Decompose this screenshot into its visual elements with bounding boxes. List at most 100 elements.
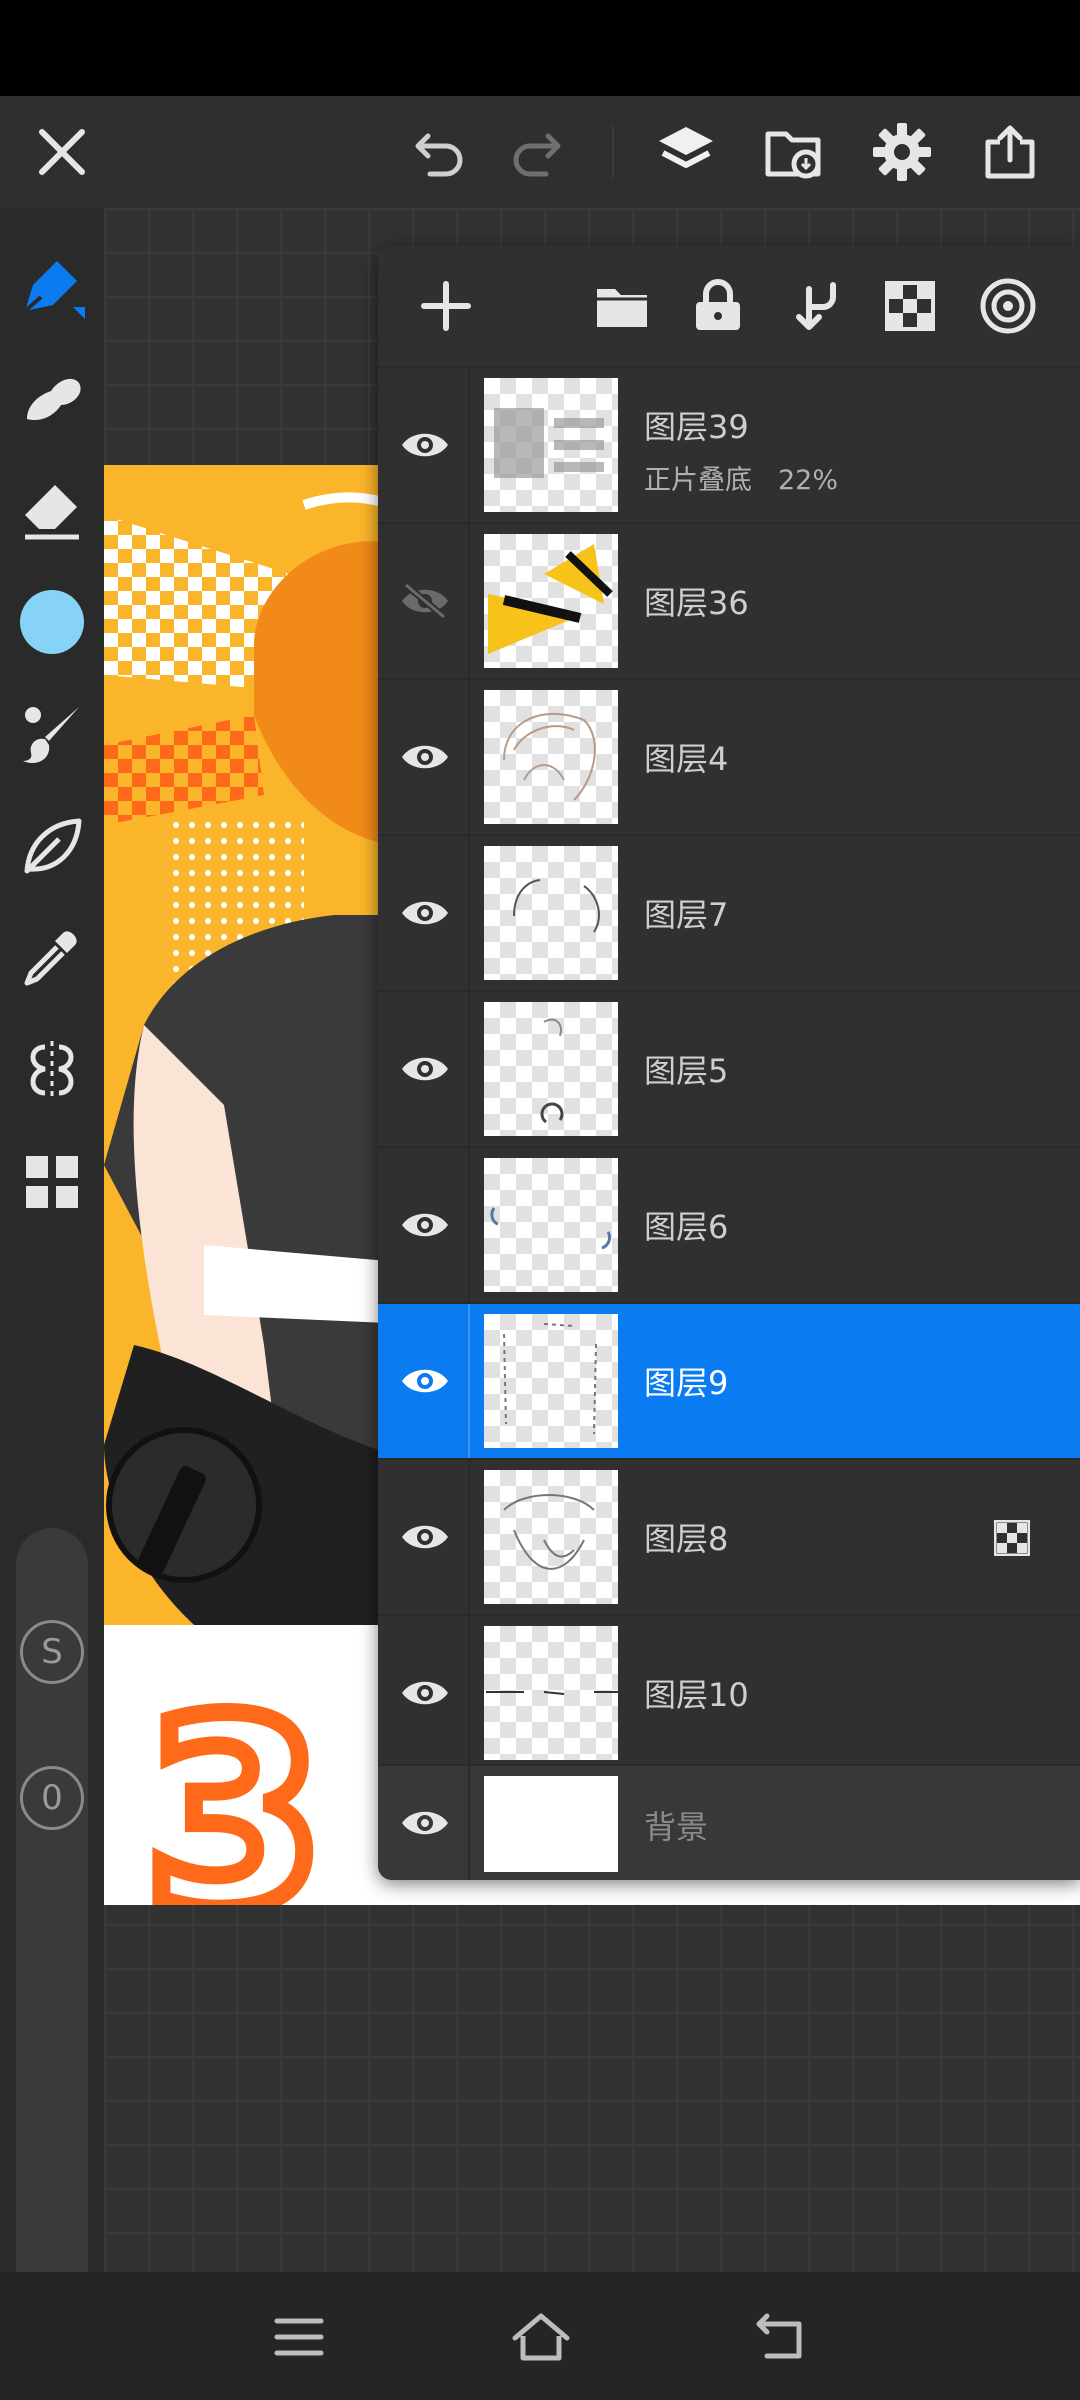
visibility-toggle[interactable]: [390, 410, 460, 480]
stabilizer-badge[interactable]: S: [20, 1620, 84, 1684]
layer-row[interactable]: 图层10: [378, 1614, 1080, 1770]
folder-button[interactable]: [588, 272, 656, 340]
eraser-icon: [25, 485, 79, 540]
layer-name: 图层36: [644, 584, 749, 622]
eye-icon: [402, 1213, 448, 1237]
thumbnail-art: [494, 408, 604, 478]
row-divider: [468, 1766, 470, 1880]
redo-button[interactable]: [500, 116, 572, 188]
color-picker-button[interactable]: [14, 584, 90, 660]
gallery-import-icon: [765, 131, 821, 179]
menu-icon: [274, 2318, 324, 2356]
eye-icon: [402, 433, 448, 457]
visibility-toggle[interactable]: [390, 1658, 460, 1728]
pen-tool-button[interactable]: [14, 248, 90, 324]
layer-row[interactable]: 图层39 正片叠底 22%: [378, 366, 1080, 522]
symmetry-tool-button[interactable]: [14, 1032, 90, 1108]
blend-mode: 正片叠底: [644, 465, 752, 496]
share-button[interactable]: [974, 116, 1046, 188]
radial-button[interactable]: [974, 272, 1042, 340]
eyedropper-icon: [24, 931, 77, 986]
current-color-swatch: [20, 590, 84, 654]
eye-icon: [402, 745, 448, 769]
row-divider: [468, 836, 470, 990]
alpha-lock-indicator-icon: [994, 1520, 1030, 1556]
svg-text:3: 3: [144, 1665, 325, 1905]
brush-tool-button[interactable]: [14, 696, 90, 772]
layer-thumbnail: [484, 1002, 618, 1136]
visibility-toggle[interactable]: [390, 1788, 460, 1858]
menu-nav-button[interactable]: [264, 2302, 334, 2372]
lock-button[interactable]: [684, 272, 752, 340]
eraser-tool-button[interactable]: [14, 472, 90, 548]
tool-sidebar: S 0: [0, 208, 104, 2338]
visibility-toggle[interactable]: [390, 878, 460, 948]
thumbnail-art: [488, 544, 613, 654]
settings-button[interactable]: [866, 116, 938, 188]
layer-row[interactable]: 图层8: [378, 1458, 1080, 1614]
top-toolbar: [0, 96, 1080, 208]
layer-name: 图层39: [644, 408, 749, 446]
row-divider: [468, 680, 470, 834]
row-divider: [468, 368, 470, 522]
eye-icon: [402, 1525, 448, 1549]
leaf-icon: [24, 818, 82, 874]
visibility-toggle[interactable]: [390, 1346, 460, 1416]
row-divider: [468, 1148, 470, 1302]
status-bar: [0, 0, 1080, 96]
undo-icon: [415, 133, 463, 177]
gallery-import-button[interactable]: [758, 116, 830, 188]
back-nav-button[interactable]: [746, 2302, 816, 2372]
layer-name: 图层4: [644, 740, 729, 778]
layer-name: 图层10: [644, 1676, 749, 1714]
alpha-lock-button[interactable]: [876, 272, 944, 340]
eye-icon: [402, 1057, 448, 1081]
visibility-toggle[interactable]: [390, 566, 460, 636]
layer-row[interactable]: 图层4: [378, 678, 1080, 834]
visibility-toggle[interactable]: [390, 1190, 460, 1260]
layer-opacity: 22%: [778, 465, 839, 496]
close-icon: [39, 129, 85, 175]
smudge-icon: [27, 378, 81, 421]
eyedropper-tool-button[interactable]: [14, 920, 90, 996]
symmetry-icon: [30, 1041, 74, 1099]
layer-row[interactable]: 图层7: [378, 834, 1080, 990]
layer-name: 图层8: [644, 1520, 729, 1558]
redo-icon: [513, 133, 561, 177]
leaf-tool-button[interactable]: [14, 808, 90, 884]
merge-down-button[interactable]: [782, 272, 850, 340]
visibility-toggle[interactable]: [390, 1034, 460, 1104]
row-divider: [468, 1304, 470, 1458]
eye-icon: [402, 1369, 448, 1393]
eye-icon: [402, 1681, 448, 1705]
opacity-badge[interactable]: 0: [20, 1766, 84, 1830]
layers-button[interactable]: [650, 116, 722, 188]
system-nav-bar: [0, 2272, 1080, 2400]
eye-icon: [402, 901, 448, 925]
background-layer-row[interactable]: 背景: [378, 1764, 1080, 1880]
add-layer-icon: [421, 281, 471, 331]
visibility-toggle[interactable]: [390, 722, 460, 792]
radial-icon: [980, 278, 1036, 334]
undo-button[interactable]: [404, 116, 476, 188]
visibility-toggle[interactable]: [390, 1502, 460, 1572]
smudge-tool-button[interactable]: [14, 360, 90, 436]
layer-row[interactable]: 图层6: [378, 1146, 1080, 1302]
layer-row[interactable]: 图层36: [378, 522, 1080, 678]
home-nav-button[interactable]: [506, 2302, 576, 2372]
layers-toolbar: [378, 246, 1080, 366]
gallery-grid-button[interactable]: [14, 1144, 90, 1220]
add-layer-button[interactable]: [412, 272, 480, 340]
row-divider: [468, 1460, 470, 1614]
folder-icon: [597, 289, 647, 327]
layer-row-selected[interactable]: 图层9: [378, 1302, 1080, 1458]
toolbar-separator: [612, 126, 614, 178]
row-divider: [468, 992, 470, 1146]
layer-thumbnail: [484, 846, 618, 980]
layer-row[interactable]: 图层5: [378, 990, 1080, 1146]
layer-thumbnail: [484, 534, 618, 668]
settings-icon: [873, 123, 931, 181]
thumbnail-art: [503, 1494, 595, 1570]
close-button[interactable]: [26, 116, 98, 188]
layers-icon: [659, 127, 713, 168]
